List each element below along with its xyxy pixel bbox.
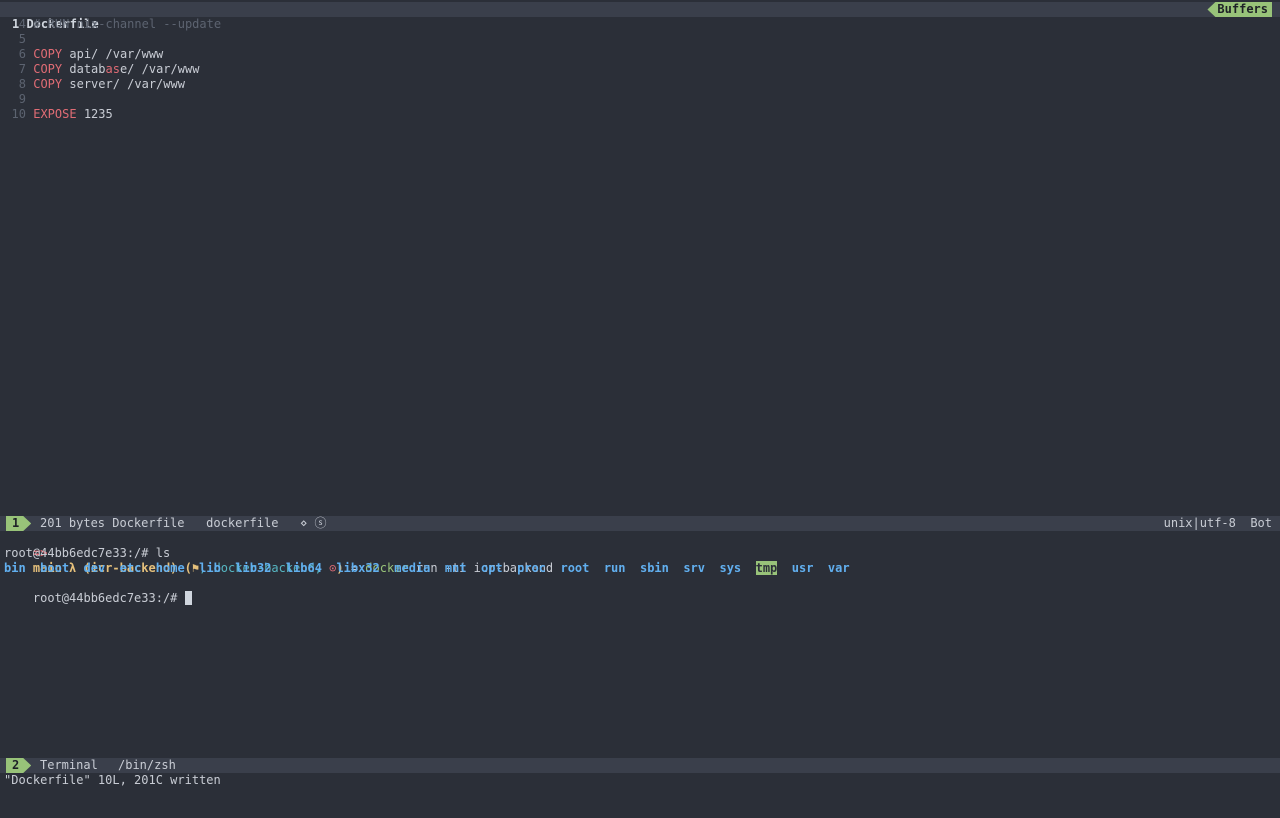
code-token: EXPOSE	[33, 107, 77, 121]
editor-statusline: 1 201 bytes Dockerfile dockerfile ⋄ ⓢ un…	[0, 516, 1280, 531]
shell-input-line[interactable]: root@44bb6edc7e33:/#	[4, 576, 1280, 605]
code-line: 4 # RUN nix-channel --update	[0, 17, 1280, 32]
tabline: 1 Dockerfile Buffers	[0, 2, 1280, 31]
code-line: 7 COPY database/ /var/www	[0, 62, 1280, 77]
code-token: datab	[62, 62, 106, 76]
file-format: unix|utf-8 Bot	[1163, 516, 1272, 530]
shell-prompt-line: => main λ (icr-backend) (⚑, docker-backe…	[4, 531, 1280, 575]
ls-command-line: root@44bb6edc7e33:/# ls	[4, 546, 171, 560]
line-number: 9	[18, 92, 26, 106]
dir-entry: sbin	[639, 561, 669, 575]
dir-entry: home	[155, 561, 185, 575]
dir-entry: dev	[83, 561, 106, 575]
code-token: 1235	[76, 107, 113, 121]
terminal-cursor[interactable]	[184, 591, 192, 605]
dir-entry: boot	[40, 561, 70, 575]
code-token: COPY	[33, 77, 63, 91]
dir-entry: opt	[480, 561, 503, 575]
dir-entry: proc	[517, 561, 547, 575]
terminal-statusline: 2 Terminal /bin/zsh	[0, 758, 1280, 773]
dir-entry: srv	[683, 561, 706, 575]
dir-entry: var	[827, 561, 850, 575]
code-token: e/ /var/www	[119, 62, 200, 76]
code-token: api/ /var/www	[62, 47, 164, 61]
dir-entry: bin	[4, 561, 26, 575]
window-number: 2	[6, 758, 31, 773]
code-line: 6 COPY api/ /var/www	[0, 47, 1280, 62]
line-number: 6	[18, 47, 26, 61]
prompt-text: root@44bb6edc7e33:/#	[32, 591, 185, 605]
line-number: 4	[18, 17, 26, 31]
code-token: COPY	[33, 47, 63, 61]
dir-entry: lib64	[285, 561, 322, 575]
line-number: 8	[18, 77, 26, 91]
dir-entry: sys	[719, 561, 742, 575]
buffers-button[interactable]: Buffers	[1207, 2, 1272, 17]
dir-entry: run	[603, 561, 626, 575]
dir-entry: etc	[119, 561, 142, 575]
dir-entry: tmp	[755, 561, 778, 575]
code-line: 9	[0, 92, 1280, 107]
code-token: server/ /var/www	[62, 77, 185, 91]
dir-entry: lib32	[235, 561, 272, 575]
shell-path: /bin/zsh	[118, 758, 176, 772]
code-line: 5	[0, 32, 1280, 47]
terminal-label: Terminal	[40, 758, 98, 772]
code-token: as	[105, 62, 120, 76]
window-number: 1	[6, 516, 31, 531]
dir-entry: libx32	[336, 561, 380, 575]
code-line: 10 EXPOSE 1235	[0, 107, 1280, 122]
dir-entry: usr	[791, 561, 814, 575]
line-number: 10	[11, 107, 26, 121]
dir-entry: mnt	[444, 561, 467, 575]
code-token: # RUN nix-channel --update	[33, 17, 222, 31]
code-token: COPY	[33, 62, 63, 76]
ls-output: bin boot dev etc home lib lib32 lib64 li…	[4, 561, 1280, 576]
code-line: 8 COPY server/ /var/www	[0, 77, 1280, 92]
dir-entry: media	[394, 561, 431, 575]
line-number: 7	[18, 62, 26, 76]
dir-entry: root	[560, 561, 590, 575]
dir-entry: lib	[199, 561, 221, 575]
message-line: "Dockerfile" 10L, 201C written	[4, 773, 221, 787]
file-info: 201 bytes Dockerfile dockerfile ⋄ ⓢ	[40, 516, 327, 530]
line-number: 5	[18, 32, 26, 46]
